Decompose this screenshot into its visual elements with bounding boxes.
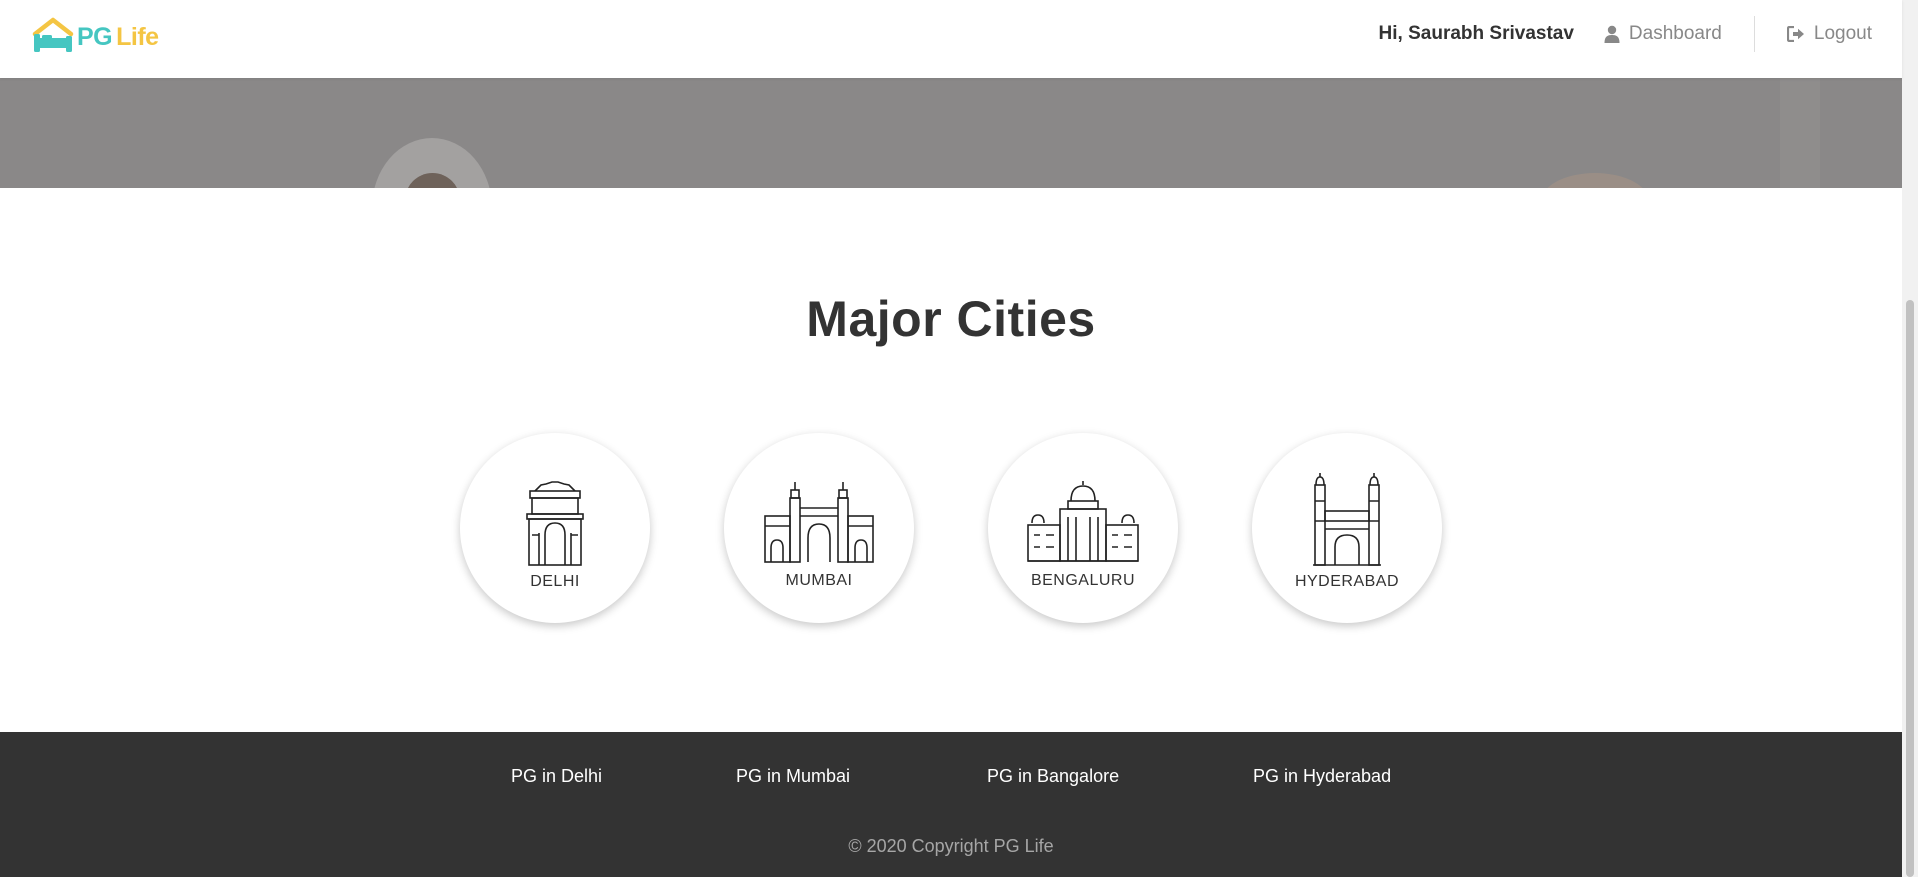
logo-text-life: Life — [116, 22, 159, 51]
sign-out-icon — [1786, 25, 1805, 42]
dashboard-label: Dashboard — [1628, 22, 1722, 44]
major-cities-title: Major Cities — [806, 291, 1096, 347]
house-bed-logo-icon — [32, 17, 74, 52]
city-card-hyderabad[interactable]: HYDERABAD — [1252, 433, 1442, 623]
copyright-text: © 2020 Copyright PG Life — [848, 836, 1054, 856]
city-card-delhi[interactable]: DELHI — [460, 433, 650, 623]
footer: PG in Delhi PG in Mumbai PG in Bangalore… — [0, 732, 1902, 877]
header: PG Life Hi, Saurabh Srivastav Dashboard L… — [0, 0, 1902, 78]
pg-life-logo[interactable]: PG Life — [32, 16, 162, 58]
dashboard-link[interactable]: Dashboard — [1604, 23, 1722, 45]
india-gate-icon — [526, 481, 584, 566]
footer-link-bangalore[interactable]: PG in Bangalore — [987, 766, 1119, 787]
user-greeting: Hi, Saurabh Srivastav — [1378, 22, 1574, 44]
charminar-icon — [1313, 473, 1381, 566]
footer-link-delhi[interactable]: PG in Delhi — [511, 766, 602, 787]
city-name-bengaluru: BENGALURU — [1030, 572, 1136, 589]
city-card-mumbai[interactable]: MUMBAI — [724, 433, 914, 623]
city-card-bengaluru[interactable]: BENGALURU — [988, 433, 1178, 623]
hero-banner-image — [0, 78, 1902, 188]
user-icon — [1604, 25, 1620, 43]
logo-text-pg: PG — [77, 22, 113, 51]
banner-shape — [1780, 78, 1820, 188]
page-scrollbar[interactable] — [1902, 0, 1918, 877]
gateway-of-india-icon — [764, 482, 874, 563]
logo-text: PG Life — [77, 23, 159, 52]
footer-link-hyderabad[interactable]: PG in Hyderabad — [1253, 766, 1391, 787]
nav-divider — [1753, 15, 1755, 52]
footer-link-mumbai[interactable]: PG in Mumbai — [736, 766, 850, 787]
vidhana-soudha-icon — [1027, 481, 1139, 562]
city-name-delhi: DELHI — [530, 573, 580, 590]
city-name-hyderabad: HYDERABAD — [1294, 573, 1400, 590]
city-name-mumbai: MUMBAI — [785, 572, 853, 589]
logout-link[interactable]: Logout — [1786, 22, 1872, 45]
logout-label: Logout — [1813, 22, 1872, 44]
scrollbar-thumb[interactable] — [1906, 300, 1914, 877]
banner-shape — [1540, 173, 1650, 188]
top-nav: Hi, Saurabh Srivastav Dashboard Logout — [1379, 0, 1872, 67]
